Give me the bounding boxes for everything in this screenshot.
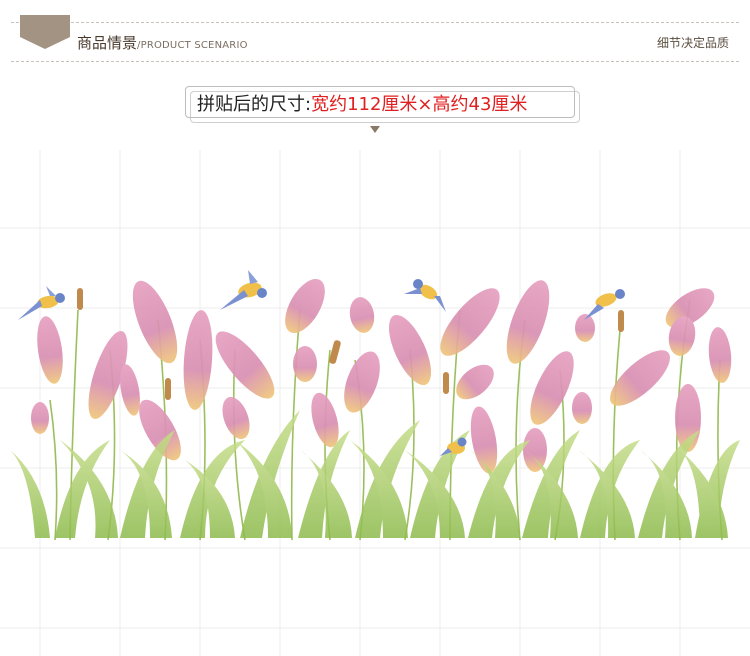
section-header: 商品情景/PRODUCT SCENARIO 细节决定品质	[11, 15, 739, 62]
header-tag-icon	[20, 15, 70, 49]
bird-icon	[440, 437, 467, 456]
size-label-box: 拼贴后的尺寸:宽约112厘米×高约43厘米	[185, 86, 580, 123]
down-arrow-icon	[370, 126, 380, 133]
background-grid	[0, 150, 750, 656]
bird-icon	[220, 270, 267, 310]
section-title: 商品情景/PRODUCT SCENARIO	[77, 32, 248, 53]
product-scene-illustration	[0, 150, 750, 656]
section-title-en: /PRODUCT SCENARIO	[137, 40, 248, 51]
detail-label: 细节决定品质	[656, 36, 729, 50]
bird-icon	[18, 286, 65, 320]
scene-canvas	[0, 150, 750, 656]
size-label-text: 拼贴后的尺寸:宽约112厘米×高约43厘米	[197, 90, 527, 116]
section-title-cn: 商品情景	[77, 34, 138, 52]
size-label-prefix: 拼贴后的尺寸:	[197, 94, 312, 115]
size-label-value: 宽约112厘米×高约43厘米	[311, 94, 528, 115]
